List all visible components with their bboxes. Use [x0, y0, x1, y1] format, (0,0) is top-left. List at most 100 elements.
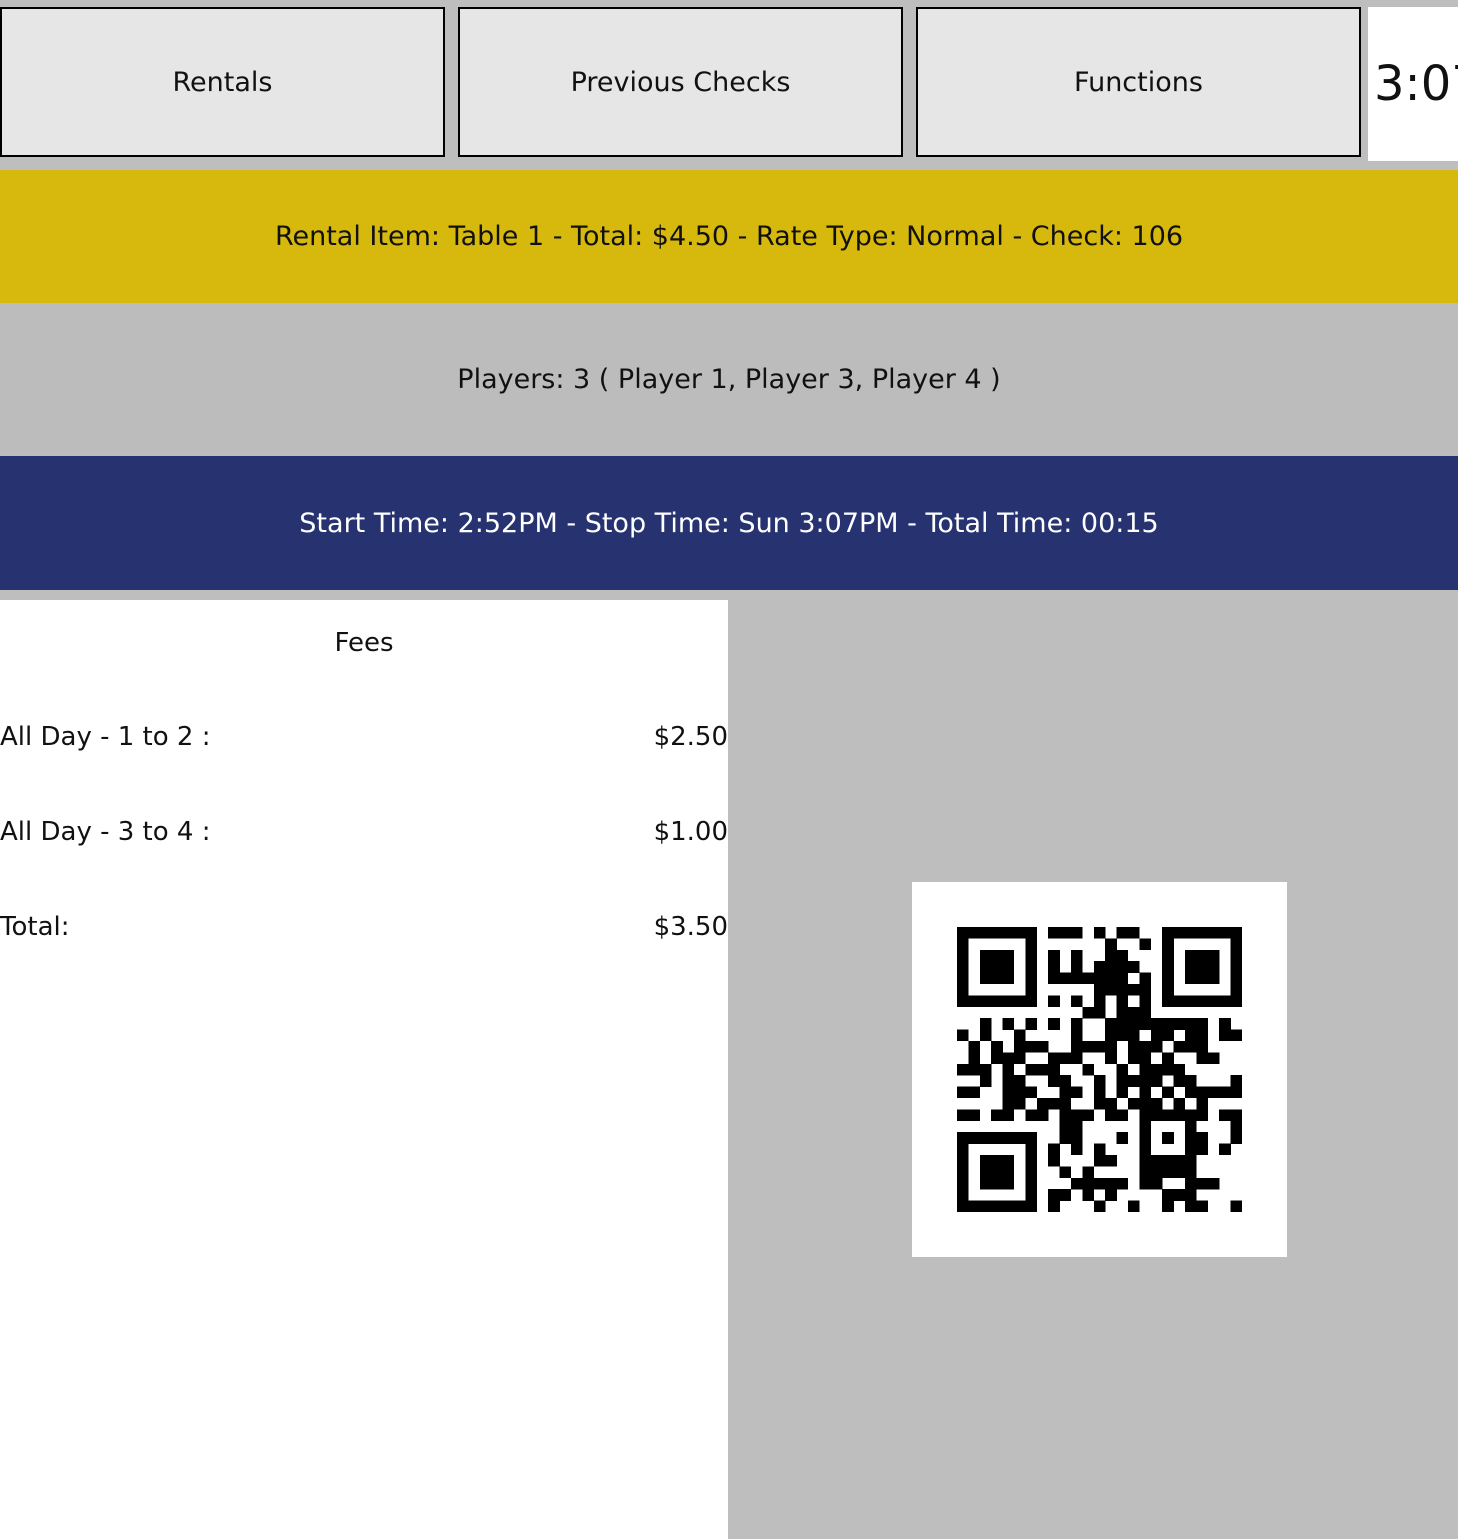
- qr-module: [1059, 1132, 1072, 1144]
- qr-module: [968, 1200, 981, 1212]
- qr-module: [1093, 972, 1106, 985]
- qr-module: [1071, 1177, 1083, 1190]
- qr-module: [1093, 984, 1106, 996]
- qr-module: [979, 995, 992, 1008]
- qr-module: [1025, 1132, 1038, 1144]
- qr-module: [957, 949, 969, 962]
- qr-module: [991, 961, 1003, 973]
- qr-module: [1105, 1189, 1117, 1201]
- qr-module: [1219, 1109, 1231, 1122]
- qr-module: [1048, 1098, 1060, 1110]
- qr-module: [1230, 984, 1242, 996]
- qr-module: [1093, 1143, 1106, 1156]
- qr-module: [1116, 961, 1129, 973]
- qr-module: [1219, 1143, 1231, 1156]
- qr-module: [1059, 1109, 1072, 1122]
- qr-module: [1128, 961, 1140, 973]
- qr-module: [1071, 1120, 1083, 1133]
- fee-amount: $2.50: [653, 722, 728, 752]
- qr-module: [1048, 1063, 1060, 1076]
- qr-module: [1173, 1098, 1186, 1110]
- qr-module: [1093, 1155, 1106, 1167]
- functions-button[interactable]: Functions: [916, 7, 1361, 157]
- qr-module: [1173, 927, 1186, 939]
- qr-module: [1162, 1052, 1174, 1065]
- qr-module: [1014, 1029, 1026, 1042]
- qr-module: [1025, 1109, 1038, 1122]
- qr-module: [1025, 1177, 1038, 1190]
- qr-module: [957, 1063, 969, 1076]
- rentals-button[interactable]: Rentals: [0, 7, 445, 157]
- qr-module: [1230, 1075, 1242, 1087]
- qr-module: [1185, 1177, 1197, 1190]
- qr-module: [1230, 961, 1242, 973]
- qr-module: [1116, 1063, 1129, 1076]
- qr-module: [1173, 1063, 1186, 1076]
- qr-module: [1185, 1109, 1197, 1122]
- qr-module: [1230, 1086, 1242, 1099]
- qr-module: [1002, 1063, 1015, 1076]
- qr-module: [1071, 1041, 1083, 1053]
- qr-module: [1230, 972, 1242, 985]
- qr-module: [1105, 1052, 1117, 1065]
- qr-module: [957, 1029, 969, 1042]
- qr-module: [1116, 972, 1129, 985]
- qr-module: [1207, 1052, 1220, 1065]
- qr-module: [1025, 1143, 1038, 1156]
- qr-module: [957, 961, 969, 973]
- qr-module: [1128, 1200, 1140, 1212]
- qr-module: [1150, 1029, 1163, 1042]
- qr-module: [957, 927, 969, 939]
- qr-module: [1036, 1098, 1049, 1110]
- qr-module: [1185, 1200, 1197, 1212]
- qr-module: [1059, 1166, 1072, 1179]
- qr-module: [1002, 927, 1015, 939]
- qr-module: [957, 1132, 969, 1144]
- qr-module: [957, 1143, 969, 1156]
- qr-module: [1128, 1098, 1140, 1110]
- qr-module: [1105, 1177, 1117, 1190]
- qr-module: [1082, 1041, 1095, 1053]
- players-info-text: Players: 3 ( Player 1, Player 3, Player …: [457, 363, 1001, 395]
- qr-module: [1093, 927, 1106, 939]
- fees-panel: Fees All Day - 1 to 2 : $2.50 All Day - …: [0, 600, 728, 1539]
- fee-label: All Day - 3 to 4 :: [0, 817, 211, 847]
- qr-module: [979, 1200, 992, 1212]
- qr-module: [1002, 1086, 1015, 1099]
- fee-row: All Day - 1 to 2 : $2.50: [0, 722, 728, 758]
- qr-module: [1071, 995, 1083, 1008]
- qr-module: [1139, 1098, 1152, 1110]
- qr-module: [1162, 1109, 1174, 1122]
- qr-module: [1185, 1086, 1197, 1099]
- qr-module: [1036, 1063, 1049, 1076]
- qr-module: [1025, 1200, 1038, 1212]
- qr-module: [1059, 1120, 1072, 1133]
- qr-module: [1071, 961, 1083, 973]
- qr-module: [1105, 1029, 1117, 1042]
- qr-module: [1150, 1109, 1163, 1122]
- qr-module: [991, 995, 1003, 1008]
- qr-module: [1128, 984, 1140, 996]
- qr-module: [1139, 972, 1152, 985]
- qr-module: [1014, 995, 1026, 1008]
- qr-module: [1128, 1041, 1140, 1053]
- qr-module: [1025, 1041, 1038, 1053]
- qr-module: [1162, 949, 1174, 962]
- qr-module: [1162, 984, 1174, 996]
- qr-module: [979, 972, 992, 985]
- qr-module: [1196, 1029, 1209, 1042]
- fee-total-row: Total: $3.50: [0, 912, 728, 948]
- qr-module: [1162, 1200, 1174, 1212]
- qr-module: [979, 1177, 992, 1190]
- qr-module: [1002, 1132, 1015, 1144]
- qr-module: [1116, 995, 1129, 1008]
- qr-module: [1116, 984, 1129, 996]
- qr-module: [957, 938, 969, 951]
- qr-module: [1162, 995, 1174, 1008]
- qr-module: [1048, 1018, 1060, 1030]
- qr-module: [1105, 1098, 1117, 1110]
- previous-checks-button[interactable]: Previous Checks: [458, 7, 903, 157]
- qr-module: [1139, 1120, 1152, 1133]
- qr-module: [1048, 1189, 1060, 1201]
- qr-module: [1150, 1098, 1163, 1110]
